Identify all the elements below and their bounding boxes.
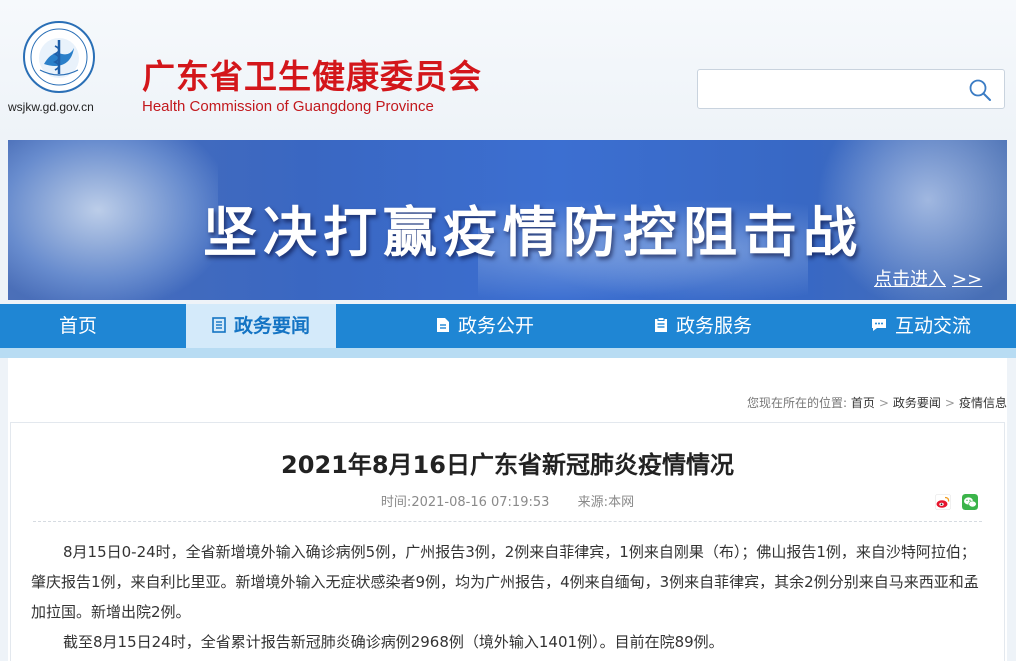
nav-item-gov-affairs-open[interactable]: 政务公开: [410, 304, 560, 348]
site-domain: wsjkw.gd.gov.cn: [8, 100, 94, 114]
banner-enter-label[interactable]: 点击进入: [874, 269, 946, 290]
breadcrumb-item-home[interactable]: 首页: [851, 396, 875, 410]
source-label: 来源:: [577, 495, 609, 510]
search-input[interactable]: [697, 69, 1005, 109]
nav-item-home[interactable]: 首页: [28, 304, 128, 348]
article-title: 2021年8月16日广东省新冠肺炎疫情情况: [281, 451, 734, 479]
chat-icon: [871, 319, 886, 331]
site-header: wsjkw.gd.gov.cn 广东省卫生健康委员会 Health Commis…: [0, 0, 1016, 140]
article-meta: 时间:2021-08-16 07:19:53 来源:本网: [11, 491, 1004, 510]
time-label: 时间:: [380, 495, 412, 510]
nav-item-label: 政务公开: [457, 315, 534, 337]
article-paragraph: 截至8月15日24时，全省累计报告新冠肺炎确诊病例2968例（境外输入1401例…: [63, 633, 724, 651]
news-icon: [212, 317, 226, 333]
site-subtitle: Health Commission of Guangdong Province: [142, 98, 434, 115]
nav-item-label: 互动交流: [894, 315, 971, 337]
breadcrumb-item-epidemic-info[interactable]: 疫情信息: [959, 396, 1007, 410]
document-icon: [436, 318, 449, 332]
nav-item-label: 首页: [58, 315, 97, 337]
content-area: 您现在所在的位置: 首页 > 政务要闻 > 疫情信息 2021年8月16日广东省新冠肺炎…: [8, 358, 1007, 661]
breadcrumb-separator: >: [878, 396, 889, 410]
clipboard-icon: [654, 317, 667, 332]
nav-item-label: 政务要闻: [233, 315, 310, 337]
nav-item-news[interactable]: 政务要闻: [186, 304, 336, 348]
article: 2021年8月16日广东省新冠肺炎疫情情况 时间:2021-08-16 07:1…: [10, 422, 1005, 661]
article-paragraph: 8月15日0-24时，全省新增境外输入确诊病例5例，广州报告3例，2例来自菲律宾…: [31, 543, 979, 621]
campaign-banner[interactable]: 坚决打赢疫情防控阻击战 点击进入 >>: [8, 140, 1007, 300]
article-source: 本网: [608, 495, 635, 510]
banner-slogan: 坚决打赢疫情防控阻击战: [203, 201, 863, 264]
breadcrumb: 您现在所在的位置: 首页 > 政务要闻 > 疫情信息: [747, 394, 1007, 411]
health-commission-emblem-icon[interactable]: [22, 20, 96, 94]
wechat-icon[interactable]: [962, 493, 978, 510]
nav-item-label: 政务服务: [675, 315, 752, 337]
medical-worker-image: [8, 140, 218, 300]
breadcrumb-prefix: 您现在所在的位置:: [746, 396, 847, 410]
breadcrumb-item-news[interactable]: 政务要闻: [893, 396, 941, 410]
double-chevron-right-icon: >>: [952, 269, 983, 290]
article-divider: [33, 521, 982, 522]
weibo-icon[interactable]: [934, 493, 951, 510]
site-title[interactable]: 广东省卫生健康委员会: [142, 50, 482, 98]
nav-item-gov-services[interactable]: 政务服务: [628, 304, 778, 348]
nav-item-interaction[interactable]: 互动交流: [846, 304, 996, 348]
share-bar: [929, 491, 978, 510]
main-nav: 首页 政务要闻 政务公开 政务服务 互动交流: [0, 304, 1016, 358]
article-body: 8月15日0-24时，全省新增境外输入确诊病例5例，广州报告3例，2例来自菲律宾…: [31, 537, 986, 657]
search-icon[interactable]: [968, 78, 992, 102]
breadcrumb-separator: >: [944, 396, 955, 410]
banner-enter-link[interactable]: 点击进入 >>: [874, 265, 982, 291]
publish-time: 2021-08-16 07:19:53: [411, 495, 550, 510]
